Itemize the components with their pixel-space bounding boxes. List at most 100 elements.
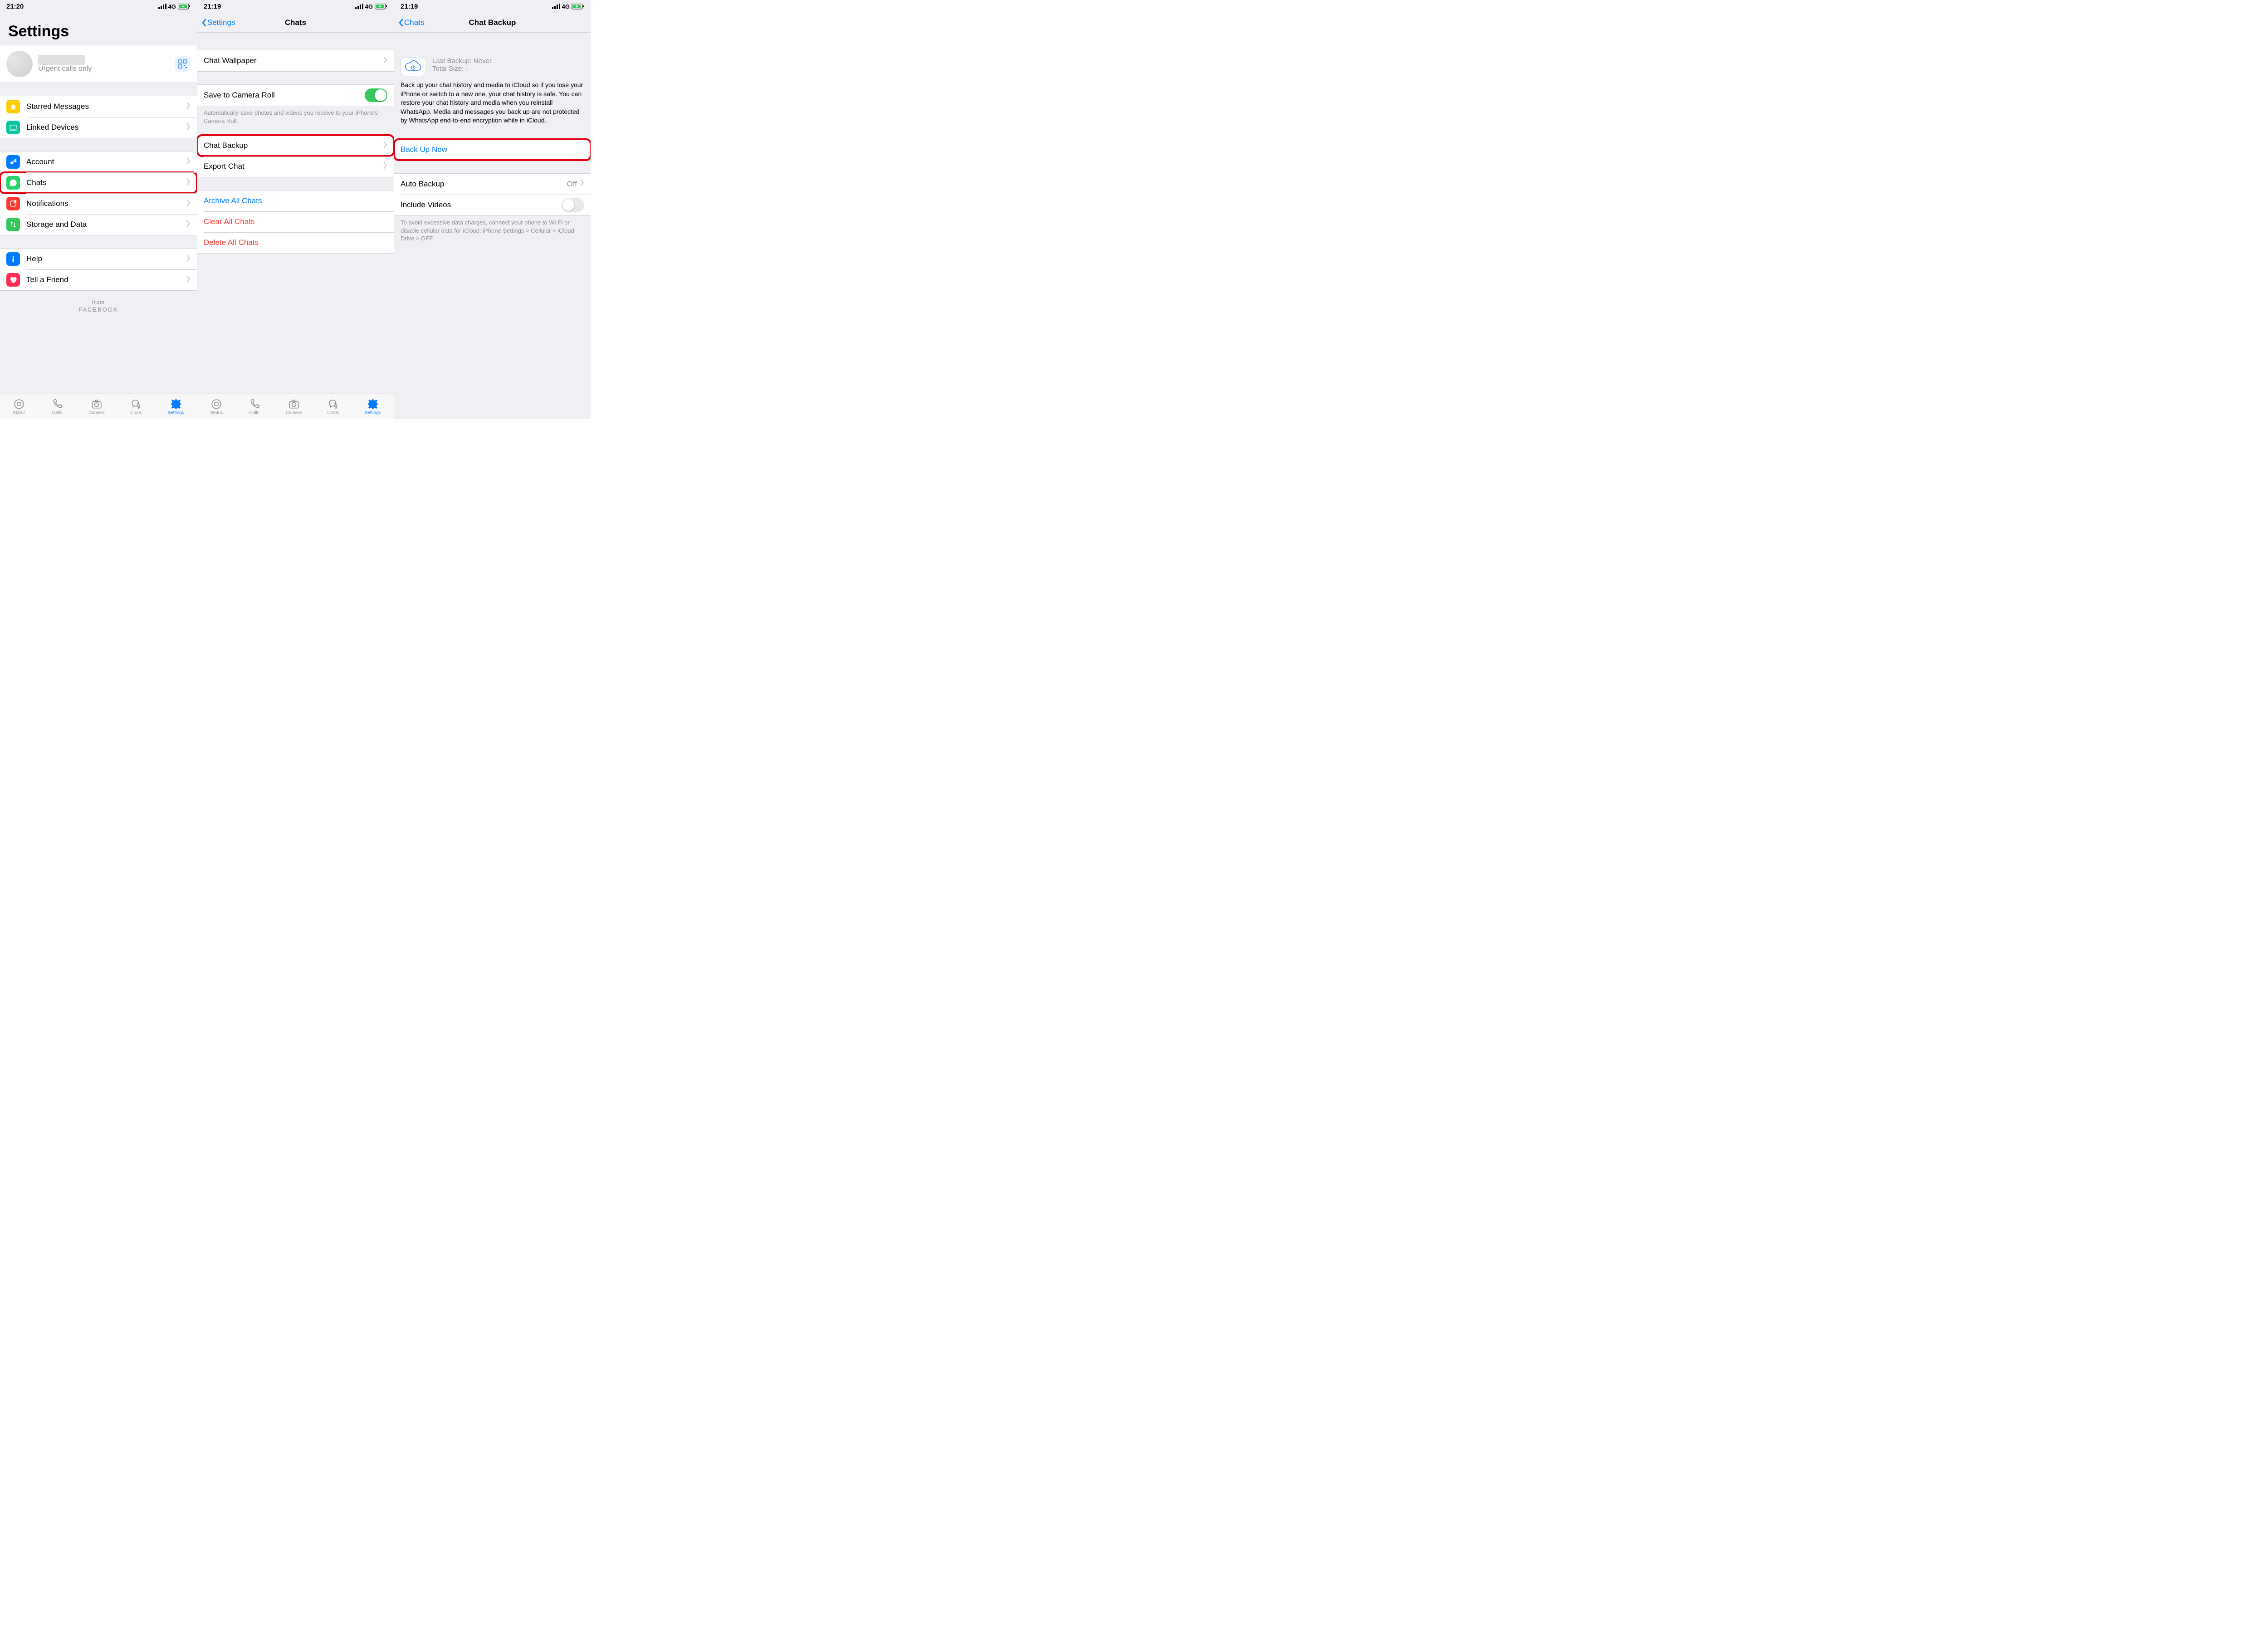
status-time: 21:19 [204,3,221,10]
bell-icon [6,197,20,210]
chevron-right-icon [186,254,191,264]
backup-info-block: Last Backup: Never Total Size: - [394,50,591,81]
tab-chats[interactable]: Chats [327,398,339,415]
row-linked-devices[interactable]: Linked Devices [0,117,197,138]
chevron-right-icon [186,199,191,209]
tab-settings[interactable]: Settings [365,398,381,415]
row-archive-all[interactable]: Archive All Chats [197,190,394,211]
tab-camera[interactable]: Camera [286,398,302,415]
row-starred-messages[interactable]: Starred Messages [0,96,197,117]
battery-icon [178,4,191,10]
toggle-camera-roll[interactable] [365,88,387,102]
row-auto-backup[interactable]: Auto Backup Off [394,174,591,195]
row-label: Chat Backup [204,141,383,150]
profile-status: Urgent calls only [38,65,175,73]
status-time: 21:19 [401,3,418,10]
tab-calls[interactable]: Calls [249,398,260,415]
arrows-icon [6,218,20,231]
nav-title: Chat Backup [469,18,516,27]
row-label: Include Videos [401,200,562,210]
row-notifications[interactable]: Notifications [0,193,197,214]
status-bar: 21:19 4G [197,0,394,13]
battery-icon [572,4,584,10]
row-storage-data[interactable]: Storage and Data [0,214,197,235]
info-icon [6,252,20,266]
tab-settings[interactable]: Settings [168,398,184,415]
back-label: Settings [207,18,235,27]
back-button[interactable]: Chats [399,18,424,27]
chevron-left-icon [399,19,403,26]
nav-bar: Settings Chats [197,13,394,33]
tab-camera[interactable]: Camera [88,398,105,415]
row-tell-friend[interactable]: Tell a Friend [0,269,197,290]
back-label: Chats [404,18,424,27]
row-account[interactable]: Account [0,151,197,172]
row-save-camera-roll[interactable]: Save to Camera Roll [197,85,394,106]
row-label: Help [26,254,186,264]
row-label: Clear All Chats [204,217,387,226]
row-label: Save to Camera Roll [204,91,365,100]
tab-chats[interactable]: Chats [130,398,142,415]
row-export-chat[interactable]: Export Chat [197,156,394,177]
chevron-right-icon [186,157,191,167]
row-label: Auto Backup [401,180,567,189]
row-label: Delete All Chats [204,238,387,247]
auto-backup-value: Off [567,180,577,189]
toggle-include-videos[interactable] [562,198,584,212]
row-clear-all[interactable]: Clear All Chats [197,211,394,232]
tab-status[interactable]: Status [13,398,25,415]
chevron-right-icon [383,141,387,151]
network-label: 4G [562,3,570,10]
footer-branding: from FACEBOOK [0,291,197,321]
chevron-right-icon [383,56,387,66]
network-label: 4G [168,3,176,10]
backup-description: Back up your chat history and media to i… [394,81,591,131]
last-backup-label: Last Backup: [432,57,472,65]
row-label: Account [26,157,186,166]
chevron-right-icon [186,220,191,229]
back-button[interactable]: Settings [202,18,235,27]
status-time: 21:20 [6,3,24,10]
settings-screen: 21:20 4G Settings Urgent calls only [0,0,197,419]
page-title: Settings [0,13,197,45]
row-delete-all[interactable]: Delete All Chats [197,232,394,253]
laptop-icon [6,121,20,134]
profile-cell[interactable]: Urgent calls only [0,45,197,83]
nav-bar: Chats Chat Backup [394,13,591,33]
chevron-left-icon [202,19,206,26]
row-label: Chat Wallpaper [204,56,383,65]
tab-status[interactable]: Status [210,398,223,415]
row-chat-backup[interactable]: Chat Backup [197,135,394,156]
avatar [6,51,33,77]
total-size-label: Total Size: [432,65,464,73]
chevron-right-icon [186,178,191,188]
tab-bar: Status Calls Camera Chats Settings [197,394,394,419]
profile-name [38,55,85,65]
whatsapp-icon [6,176,20,190]
row-backup-now[interactable]: Back Up Now [394,139,591,160]
chevron-right-icon [383,162,387,171]
tab-calls[interactable]: Calls [51,398,63,415]
tab-bar: Status Calls Camera Chats Settings [0,394,197,419]
signal-icon [552,4,560,9]
chevron-right-icon [186,102,191,112]
wifi-footer-note: To avoid excessive data charges, connect… [394,216,591,244]
signal-icon [355,4,363,9]
heart-icon [6,273,20,287]
key-icon [6,155,20,169]
row-chat-wallpaper[interactable]: Chat Wallpaper [197,50,394,71]
chevron-right-icon [186,275,191,285]
last-backup-value: Never [474,57,492,65]
row-include-videos[interactable]: Include Videos [394,195,591,215]
nav-title: Chats [285,18,306,27]
row-label: Tell a Friend [26,275,186,284]
qr-icon [178,59,187,68]
row-help[interactable]: Help [0,249,197,269]
chevron-right-icon [580,179,584,189]
qr-code-button[interactable] [175,56,191,72]
status-bar: 21:20 4G [0,0,197,13]
status-bar: 21:19 4G [394,0,591,13]
camera-roll-footer: Automatically save photos and videos you… [197,106,394,127]
row-chats[interactable]: Chats [0,172,197,193]
total-size-value: - [465,65,468,73]
